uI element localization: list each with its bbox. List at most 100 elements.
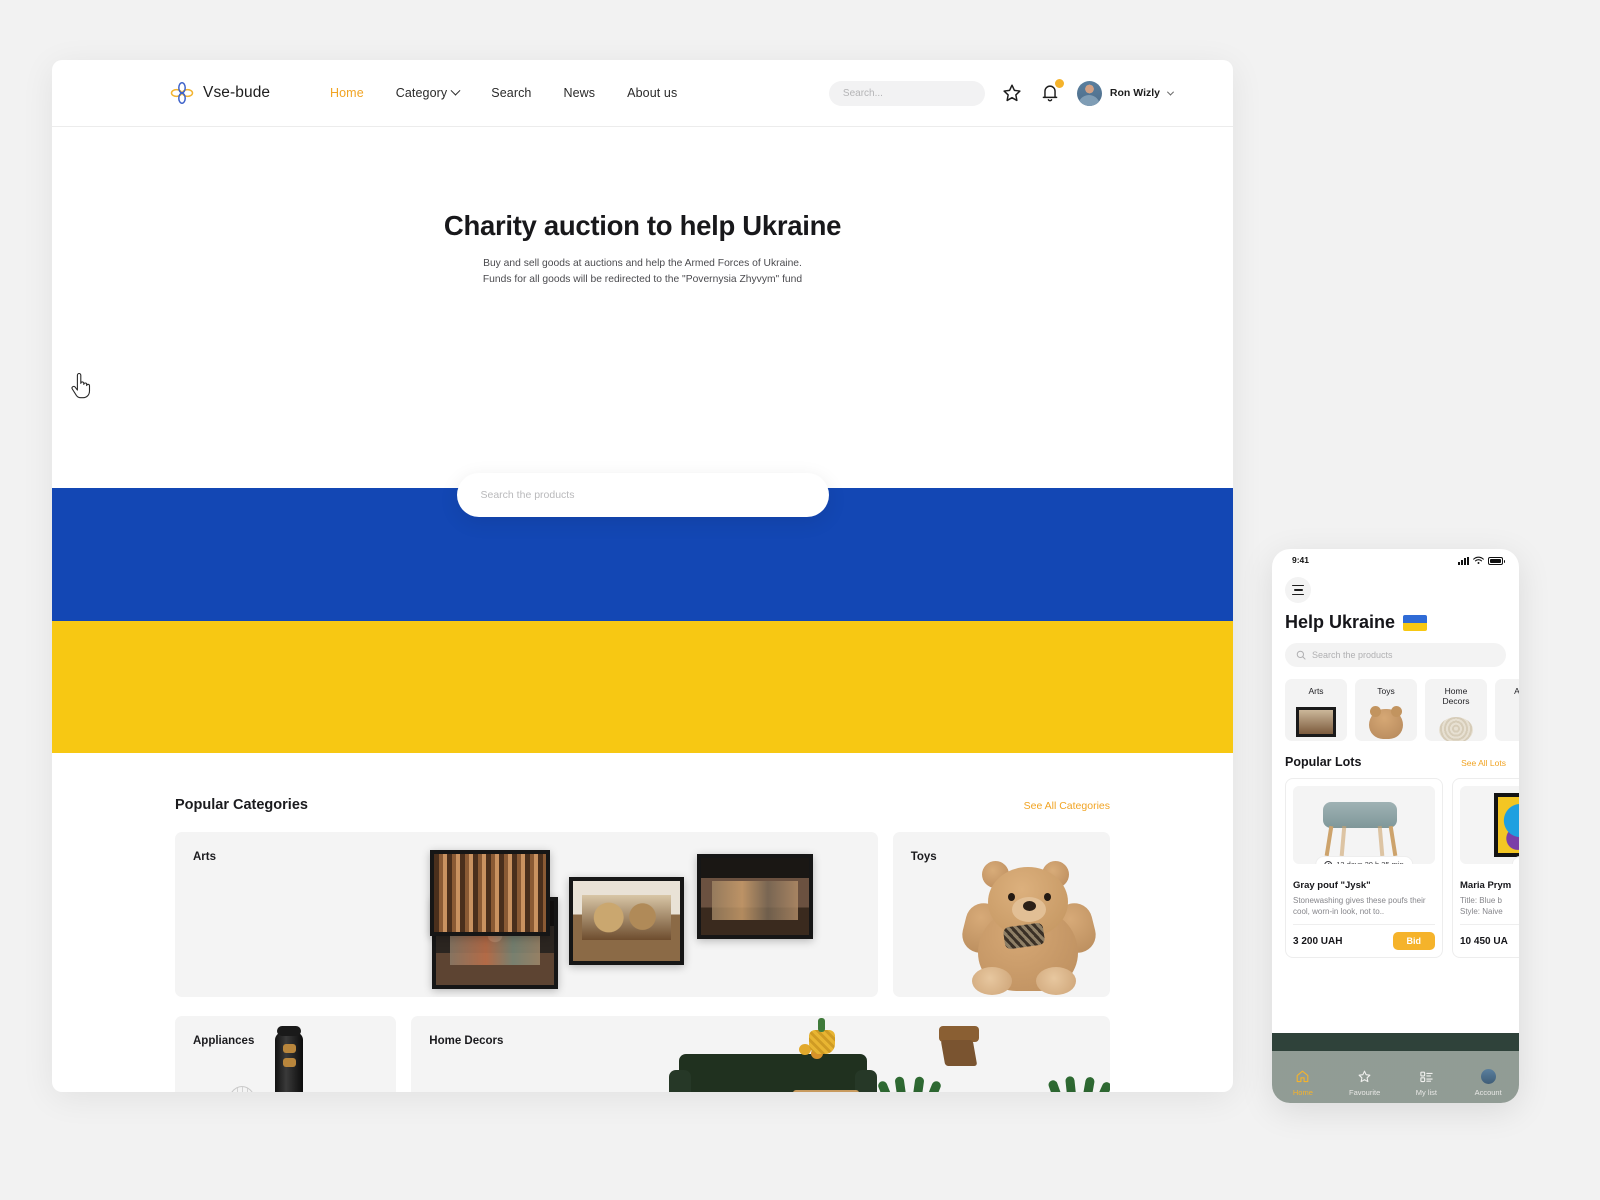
brand-name: Vse-bude	[203, 84, 271, 101]
hero-search-placeholder: Search the products	[480, 489, 575, 501]
signal-icon	[1458, 556, 1469, 565]
avatar	[1076, 80, 1102, 106]
mobile-category-chips: Arts Toys Home Decors Applia	[1285, 679, 1519, 741]
tab-account[interactable]: Account	[1457, 1069, 1519, 1097]
nav-item-news-label: News	[563, 86, 596, 100]
mobile-page-title-text: Help Ukraine	[1285, 612, 1396, 632]
flag-yellow-stripe	[52, 620, 1233, 753]
star-icon[interactable]	[1001, 82, 1023, 104]
category-card-arts[interactable]: Arts	[175, 832, 878, 997]
clover-logo-icon	[170, 81, 194, 105]
account-icon	[1480, 1069, 1496, 1084]
chip-appliances-image	[1495, 707, 1519, 739]
tab-favourite[interactable]: Favourite	[1334, 1069, 1396, 1097]
mobile-search-placeholder: Search the products	[1312, 650, 1393, 660]
hero-section: Charity auction to help Ukraine Buy and …	[52, 210, 1233, 517]
lot-title: Maria Prym	[1460, 880, 1512, 891]
tab-my-list[interactable]: My list	[1396, 1069, 1458, 1097]
category-card-toys-label: Toys	[910, 851, 937, 863]
header-search-placeholder: Search...	[842, 87, 883, 99]
chevron-down-icon	[1166, 88, 1175, 96]
lot-description: Title: Blue b Style: Naive	[1460, 896, 1503, 916]
tab-my-list-label: My list	[1415, 1088, 1437, 1097]
header-search-input[interactable]: Search...	[828, 80, 985, 106]
nav-item-home[interactable]: Home	[330, 86, 364, 100]
artwork-frame	[430, 850, 550, 936]
popular-lots-header: Popular Lots See All Lots	[1285, 755, 1506, 769]
nav-item-search[interactable]: Search	[491, 86, 531, 100]
tab-home[interactable]: Home	[1272, 1069, 1334, 1097]
lot-image: 13	[1460, 786, 1519, 864]
chip-toys[interactable]: Toys	[1355, 679, 1417, 741]
category-row-2: Appliances Home Decors	[175, 1016, 1110, 1092]
nav-item-category[interactable]: Category	[396, 85, 461, 100]
popular-lots-title: Popular Lots	[1285, 755, 1362, 769]
bell-icon[interactable]	[1039, 79, 1064, 104]
star-icon	[1358, 1070, 1371, 1083]
see-all-categories-link[interactable]: See All Categories	[1024, 800, 1110, 812]
brand-logo-link[interactable]: Vse-bude	[170, 81, 270, 105]
top-navigation-bar: Vse-bude Home Category Search News About…	[52, 60, 1233, 127]
chip-appliances[interactable]: Applia	[1495, 679, 1519, 741]
category-card-toys[interactable]: Toys	[892, 832, 1110, 997]
tab-home-label: Home	[1292, 1088, 1313, 1097]
main-nav-links: Home Category Search News About us	[330, 85, 677, 100]
status-icons	[1458, 556, 1505, 565]
list-icon	[1420, 1071, 1433, 1083]
wifi-icon	[1473, 556, 1484, 564]
chip-home-decors-image	[1425, 713, 1487, 741]
battery-icon	[1488, 556, 1505, 565]
lot-timer: 13 days 20 h 35 min	[1315, 856, 1413, 864]
chip-arts[interactable]: Arts	[1285, 679, 1347, 741]
ukraine-flag-banner	[52, 488, 1233, 753]
chip-home-decors-label: Home Decors	[1442, 686, 1470, 706]
search-icon	[1296, 650, 1306, 660]
lot-price: 3 200 UAH	[1293, 935, 1343, 947]
category-card-appliances[interactable]: Appliances	[175, 1016, 397, 1092]
hero-search-input[interactable]: Search the products	[456, 473, 829, 517]
home-icon	[1297, 1070, 1309, 1083]
category-row-1: Arts Toys	[175, 832, 1110, 997]
hero-subtitle-line-1: Buy and sell goods at auctions and help …	[483, 258, 802, 269]
chip-home-decors[interactable]: Home Decors	[1425, 679, 1487, 741]
desktop-browser-window: Vse-bude Home Category Search News About…	[52, 60, 1233, 1092]
nav-item-about-us[interactable]: About us	[627, 86, 677, 100]
notification-badge	[1054, 79, 1064, 88]
lot-footer: 10 450 UA Bid	[1460, 932, 1519, 950]
category-card-home-decors[interactable]: Home Decors	[411, 1016, 1110, 1092]
see-all-lots-link[interactable]: See All Lots	[1461, 758, 1506, 768]
mouse-cursor-pointer-icon	[70, 372, 92, 399]
mobile-page-title: Help Ukraine	[1285, 612, 1506, 633]
nav-item-home-label: Home	[330, 86, 364, 100]
mobile-app-mockup: 9:41 Help Ukraine Search the products Ar…	[1272, 549, 1519, 1103]
chip-toys-label: Toys	[1377, 686, 1395, 696]
chip-toys-image	[1355, 706, 1417, 739]
page-title: Charity auction to help Ukraine	[443, 210, 842, 241]
bid-button[interactable]: Bid	[1392, 932, 1435, 950]
artwork-frame	[569, 877, 684, 965]
section-title: Popular Categories	[175, 797, 308, 813]
nav-item-about-us-label: About us	[627, 86, 678, 100]
chip-arts-image	[1285, 707, 1347, 739]
lot-card[interactable]: 13 days 20 h 35 min Gray pouf "Jysk" Sto…	[1285, 778, 1443, 958]
nav-item-news[interactable]: News	[564, 86, 596, 100]
hero-subtitle-line-2: Funds for all goods will be redirected t…	[482, 273, 803, 285]
artwork-frame	[697, 854, 813, 939]
hamburger-menu-button[interactable]	[1285, 577, 1311, 603]
mobile-bottom-navigation: Home Favourite My list Account	[1272, 1033, 1519, 1103]
lot-image: 13 days 20 h 35 min	[1293, 786, 1435, 864]
lot-card[interactable]: 13 Maria Prym Title: Blue b Style: Naive…	[1452, 778, 1519, 958]
home-decor-scene	[411, 1016, 1110, 1092]
artwork-frame	[1494, 793, 1519, 857]
teddy-bear-image	[952, 851, 1104, 997]
chip-arts-label: Arts	[1308, 686, 1324, 696]
chip-appliances-label: Applia	[1514, 686, 1519, 696]
nav-item-search-label: Search	[491, 86, 532, 100]
hero-subtitle: Buy and sell goods at auctions and help …	[52, 256, 1233, 287]
ukraine-flag-icon	[1403, 614, 1428, 631]
mobile-search-input[interactable]: Search the products	[1285, 643, 1506, 667]
user-name: Ron Wizly	[1109, 87, 1160, 99]
divider	[1460, 924, 1519, 925]
user-menu[interactable]: Ron Wizly	[1076, 80, 1175, 106]
tab-favourite-label: Favourite	[1348, 1088, 1381, 1097]
